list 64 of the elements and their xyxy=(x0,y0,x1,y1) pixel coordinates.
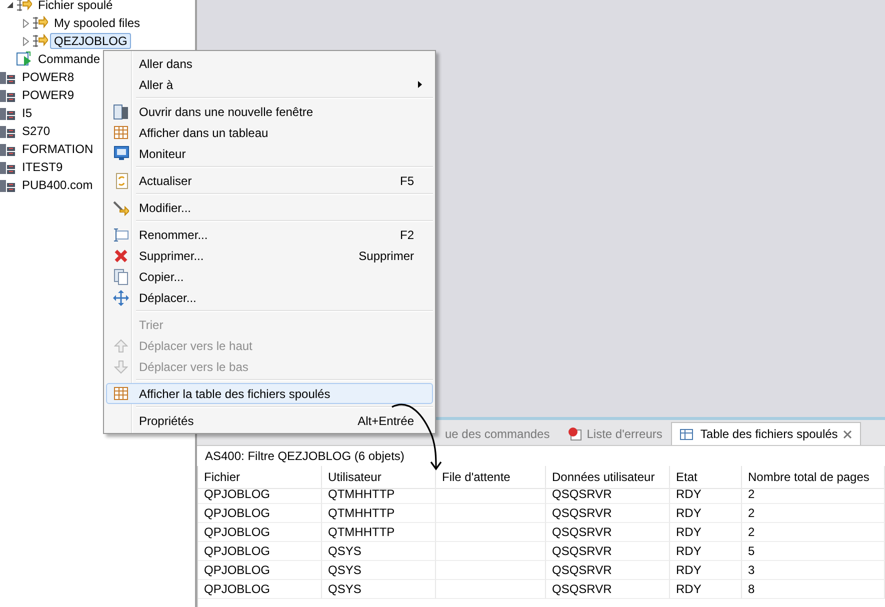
tree-item[interactable]: QEZJOBLOG xyxy=(50,33,132,49)
table-cell: QSYS xyxy=(322,542,436,561)
filter-label: AS400: Filtre QEZJOBLOG (6 objets) xyxy=(197,446,885,466)
table-cell: QPJOBLOG xyxy=(198,561,322,580)
table-cell: QPJOBLOG xyxy=(198,485,322,504)
table-cell: QSYS xyxy=(322,580,436,599)
table-cell: QSQSRVR xyxy=(546,523,670,542)
table-cell: RDY xyxy=(670,523,742,542)
menu-item[interactable]: Afficher dans un tableau xyxy=(106,122,433,143)
table-cell: QTMHHTTP xyxy=(322,504,436,523)
table-cell: RDY xyxy=(670,504,742,523)
menu-item[interactable]: Actualiser F5 xyxy=(106,170,433,191)
tree-item[interactable]: PUB400.com xyxy=(18,177,97,193)
column-header[interactable]: File d'attente xyxy=(436,466,546,489)
table-cell: RDY xyxy=(670,485,742,504)
tree-item[interactable]: Commande xyxy=(34,51,104,67)
table-cell: 8 xyxy=(742,580,885,599)
menu-item[interactable]: Modifier... xyxy=(106,197,433,218)
menu-item[interactable]: Propriétés Alt+Entrée xyxy=(106,410,433,431)
table-cell: QSQSRVR xyxy=(546,580,670,599)
menu-item[interactable]: Afficher la table des fichiers spoulés xyxy=(106,383,433,404)
tree-item[interactable]: POWER8 xyxy=(18,69,78,85)
tree-item[interactable]: S270 xyxy=(18,123,54,139)
column-header[interactable]: Fichier xyxy=(198,466,322,489)
column-header[interactable]: Etat xyxy=(670,466,742,489)
table-cell: 2 xyxy=(742,504,885,523)
table-cell: QSYS xyxy=(322,561,436,580)
menu-item[interactable]: Ouvrir dans une nouvelle fenêtre xyxy=(106,101,433,122)
table-cell: RDY xyxy=(670,580,742,599)
table-cell: QPJOBLOG xyxy=(198,580,322,599)
column-header[interactable]: Utilisateur xyxy=(322,466,436,489)
menu-item[interactable]: Déplacer... xyxy=(106,287,433,308)
tree-item[interactable]: My spooled files xyxy=(50,15,144,31)
tree-item[interactable]: FORMATION xyxy=(18,141,98,157)
column-header[interactable]: Données utilisateur xyxy=(546,466,670,489)
tree-item[interactable]: Fichier spoulé xyxy=(34,0,117,13)
table-cell: QSQSRVR xyxy=(546,561,670,580)
menu-item[interactable]: Aller à xyxy=(106,74,433,95)
table-cell: 3 xyxy=(742,561,885,580)
panel-tab[interactable]: Liste d'erreurs xyxy=(558,422,672,445)
table-cell: QSQSRVR xyxy=(546,542,670,561)
table-cell: QPJOBLOG xyxy=(198,523,322,542)
tree-item[interactable]: I5 xyxy=(18,105,36,121)
table-cell: 2 xyxy=(742,485,885,504)
table-cell: 2 xyxy=(742,523,885,542)
table-cell: QPJOBLOG xyxy=(198,504,322,523)
panel-tab[interactable]: Table des fichiers spoulés xyxy=(671,422,861,445)
menu-item[interactable]: Copier... xyxy=(106,266,433,287)
table-cell: RDY xyxy=(670,542,742,561)
menu-item[interactable]: Renommer... F2 xyxy=(106,224,433,245)
tree-item[interactable]: ITEST9 xyxy=(18,159,67,175)
tree-item[interactable]: POWER9 xyxy=(18,87,78,103)
table-cell: RDY xyxy=(670,561,742,580)
column-header[interactable]: Nombre total de pages xyxy=(742,466,885,489)
menu-item[interactable]: Moniteur xyxy=(106,143,433,164)
table-cell: 5 xyxy=(742,542,885,561)
table-cell: QPJOBLOG xyxy=(198,542,322,561)
table-cell: QTMHHTTP xyxy=(322,523,436,542)
panel-tab[interactable]: ue des commandes xyxy=(436,422,559,445)
table-cell: QTMHHTTP xyxy=(322,485,436,504)
menu-item[interactable]: Supprimer... Supprimer xyxy=(106,245,433,266)
table-cell: QSQSRVR xyxy=(546,485,670,504)
menu-item[interactable]: Aller dans xyxy=(106,53,433,74)
table-cell: QSQSRVR xyxy=(546,504,670,523)
